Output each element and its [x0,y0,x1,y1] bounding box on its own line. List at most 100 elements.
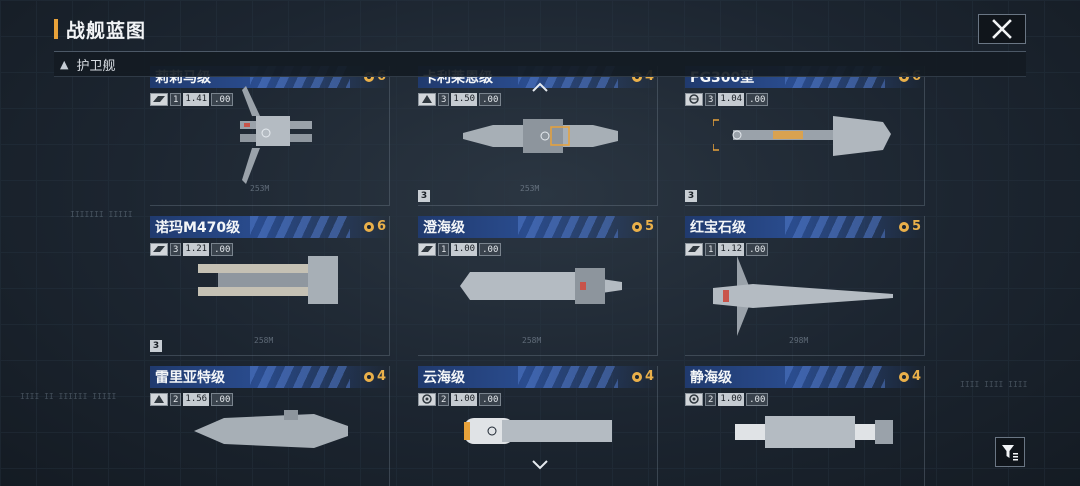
ship-card[interactable]: 澄海级 5 1 1.00 .00 258M [418,216,658,356]
stat-ratio: 1.04 [718,92,745,106]
cost-value: 4 [376,369,386,384]
cost-value: 5 [644,219,654,234]
cost-value: 6 [376,219,386,234]
dimension-label: 253M [520,184,540,193]
ship-cost: 4 [363,369,386,384]
stat-ratio: 1.50 [451,92,478,106]
ship-cost: 5 [898,219,921,234]
stat-ratio: 1.12 [718,242,745,256]
stat-size: 3 [170,242,182,256]
ship-stats: 1 1.41 .00 [150,92,234,106]
ship-stats: 2 1.00 .00 [685,392,769,406]
cost-token-icon [363,371,374,382]
stat-suffix: .00 [746,242,769,256]
ship-name: 诺玛M470级 [155,220,241,236]
ship-stats: 3 1.50 .00 [418,92,502,106]
target-class-icon [685,392,703,406]
ship-stats: 2 1.56 .00 [150,392,234,406]
ship-blueprint-image [460,268,622,304]
stat-size: 2 [170,392,182,406]
ship-name: 澄海级 [423,220,465,236]
ship-card[interactable]: 雷里亚特级 4 2 1.56 .00 [150,366,390,486]
category-label: 护卫舰 [76,58,116,74]
close-x-icon [992,19,1012,39]
dimension-label: 258M [254,336,274,345]
cost-value: 5 [911,219,921,234]
stat-ratio: 1.41 [183,92,210,106]
stat-size: 1 [170,92,182,106]
cost-token-icon [631,371,642,382]
stat-suffix: .00 [479,242,502,256]
frigate-class-icon [150,92,168,106]
ship-blueprint-image [194,410,348,448]
ship-name: 云海级 [423,370,465,386]
title-accent-bar [54,19,58,39]
page-title: 战舰蓝图 [66,19,147,42]
ship-cost: 6 [363,219,386,234]
cost-token-icon [898,371,909,382]
ship-blueprint-image [464,418,612,444]
ship-cost: 4 [631,369,654,384]
cost-token-icon [898,221,909,232]
ship-name: 静海级 [690,370,732,386]
ship-name: 红宝石级 [690,220,746,236]
jammer-class-icon [418,92,436,106]
ship-blueprint-image [713,256,893,336]
ship-blueprint-image [198,256,338,304]
stat-size: 3 [438,92,450,106]
cost-value: 4 [644,369,654,384]
ship-stats: 1 1.12 .00 [685,242,769,256]
stat-suffix: .00 [479,92,502,106]
ship-name: 雷里亚特级 [155,370,225,386]
cost-token-icon [631,221,642,232]
filter-button[interactable] [995,437,1025,467]
cost-value: 4 [911,369,921,384]
ship-stats: 1 1.00 .00 [418,242,502,256]
ship-card[interactable]: 莉莉马级 6 1 1.41 .00 253M [150,66,390,206]
stat-suffix: .00 [746,92,769,106]
jammer-class-icon [150,392,168,406]
grid-class-icon [685,92,703,106]
ship-blueprint-image [735,416,893,448]
dimension-label: 253M [250,184,270,193]
tier-badge: 3 [685,190,697,202]
chevron-up-icon[interactable] [530,80,550,94]
dimension-label: 258M [522,336,542,345]
close-button[interactable] [978,14,1026,44]
stat-ratio: 1.56 [183,392,210,406]
ship-blueprint-image [240,86,312,184]
dimension-label: 298M [789,336,809,345]
stat-ratio: 1.00 [718,392,745,406]
category-header[interactable]: ▲ 护卫舰 [54,51,1026,77]
ship-card[interactable]: FG300型 6 3 1.04 .00 3 [685,66,925,206]
triangle-up-icon: ▲ [60,57,69,71]
filter-funnel-icon [1002,445,1018,461]
tier-badge: 3 [150,340,162,352]
ship-card[interactable]: 静海级 4 2 1.00 .00 [685,366,925,486]
ship-stats: 3 1.04 .00 [685,92,769,106]
ship-card[interactable]: 红宝石级 5 1 1.12 .00 298M [685,216,925,356]
stat-suffix: .00 [746,392,769,406]
frigate-class-icon [418,242,436,256]
tier-badge: 3 [418,190,430,202]
blueprint-screen: IIIIIII IIIII IIII II IIIIII IIIII IIII … [0,0,1080,486]
stat-suffix: .00 [479,392,502,406]
stat-size: 1 [438,242,450,256]
ship-blueprint-image [713,116,891,156]
ship-cost: 5 [631,219,654,234]
stat-size: 2 [705,392,717,406]
ship-stats: 2 1.00 .00 [418,392,502,406]
ship-card[interactable]: 诺玛M470级 6 3 1.21 .00 3 258M [150,216,390,356]
frigate-class-icon [685,242,703,256]
frigate-class-icon [150,242,168,256]
cost-token-icon [363,221,374,232]
header: 战舰蓝图 [54,14,146,44]
ship-blueprint-image [463,119,618,153]
stat-size: 3 [705,92,717,106]
stat-suffix: .00 [211,392,234,406]
stat-size: 1 [705,242,717,256]
ship-cost: 4 [898,369,921,384]
target-class-icon [418,392,436,406]
stat-ratio: 1.00 [451,392,478,406]
chevron-down-icon[interactable] [530,458,550,472]
